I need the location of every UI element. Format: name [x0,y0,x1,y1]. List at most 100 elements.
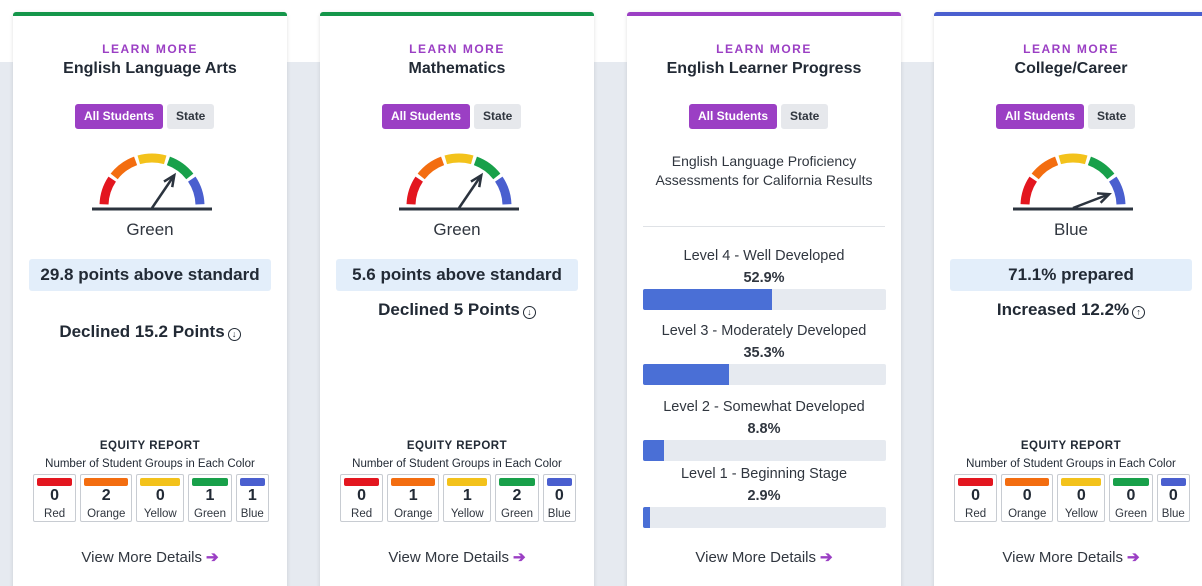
gauge-needle [457,176,482,209]
equity-count: 0 [1022,487,1032,504]
equity-box-red: 0 Red [954,474,998,522]
equity-color-name: Orange [394,508,433,520]
level-percent: 8.8% [747,421,781,437]
state-button[interactable]: State [1088,104,1136,129]
gauge-needle [150,176,175,209]
equity-color-name: Red [44,508,66,520]
info-circle-icon[interactable]: ↑ [1132,306,1146,319]
equity-count: 1 [462,487,472,504]
learn-more-link[interactable]: LEARN MORE [627,42,901,56]
equity-count: 1 [247,487,257,504]
gauge-segment [1058,153,1088,165]
equity-box-yellow: 0 Yellow [1057,474,1106,522]
gauge-segment [444,153,474,165]
equity-report-title: EQUITY REPORT [1020,440,1122,452]
equity-box-green: 2 Green [495,474,539,522]
info-circle-icon[interactable]: ↓ [227,328,241,341]
student-toggle: All Students State [996,104,1136,129]
gauge-segment [187,176,205,205]
equity-box-green: 1 Green [188,474,232,522]
learn-more-link[interactable]: LEARN MORE [934,42,1202,56]
all-students-button[interactable]: All Students [75,104,164,129]
change-label: Increased 12.2% [996,300,1130,319]
card-accent-bar [320,12,594,16]
assessment-description: English Language Proficiency Assessments… [655,153,873,188]
change-label: Declined 15.2 Points [59,322,225,341]
equity-color-strip [37,478,73,486]
equity-color-strip [1061,478,1102,486]
all-students-button[interactable]: All Students [382,104,471,129]
card-math: LEARN MORE Mathematics All Students Stat… [320,12,594,586]
card-accent-bar [627,12,901,16]
card-title: English Language Arts [63,60,237,77]
level-bar [643,364,886,385]
level-bar [643,440,886,461]
level-percent: 35.3% [743,345,785,361]
equity-count: 0 [971,487,981,504]
equity-color-strip [1005,478,1050,486]
level-label: Level 4 - Well Developed [683,248,845,264]
equity-count: 0 [1076,487,1086,504]
gauge-segment [166,156,194,180]
learn-more-link[interactable]: LEARN MORE [320,42,594,56]
equity-count: 2 [512,487,522,504]
gauge-segment [406,176,424,205]
change-text: Declined 5 Points ↓ [320,300,594,320]
equity-color-name: Blue [240,508,264,520]
gauge-segment [110,156,138,180]
change-label: Declined 5 Points [378,300,520,319]
equity-box-orange: 2 Orange [80,474,133,522]
level-bar [643,507,886,528]
card-accent-bar [13,12,287,16]
view-more-details-link[interactable]: View More Details ➔ [320,548,594,566]
state-button[interactable]: State [167,104,215,129]
level-bar-fill [643,289,772,310]
arrow-right-icon: ➔ [820,549,833,566]
card-english-learner-progress: LEARN MORE English Learner Progress All … [627,12,901,586]
equity-count: 0 [1168,487,1178,504]
performance-gauge-icon [92,153,212,211]
level-label: Level 1 - Beginning Stage [680,466,848,482]
level-bar-fill [643,507,651,528]
learn-more-link[interactable]: LEARN MORE [13,42,287,56]
equity-report-subtitle: Number of Student Groups in Each Color [45,458,255,470]
view-more-details-link[interactable]: View More Details ➔ [627,548,901,566]
equity-color-strip [192,478,228,486]
equity-count: 0 [554,487,564,504]
view-more-label: View More Details [1002,549,1124,566]
gauge-segment [417,156,445,180]
view-more-label: View More Details [388,549,510,566]
student-toggle: All Students State [382,104,522,129]
equity-color-strip [958,478,994,486]
card-college-career: LEARN MORE College/Career All Students S… [934,12,1202,586]
equity-count: 1 [408,487,418,504]
equity-color-strip [391,478,436,486]
info-circle-icon[interactable]: ↓ [522,306,536,319]
equity-color-name: Yellow [143,508,177,520]
gauge-segment [1087,156,1115,180]
equity-color-name: Blue [1161,508,1185,520]
state-button[interactable]: State [781,104,829,129]
equity-color-strip [1160,478,1187,486]
all-students-button[interactable]: All Students [689,104,778,129]
performance-color-label: Blue [1053,220,1089,239]
equity-color-name: Green [501,508,533,520]
equity-color-name: Orange [87,508,126,520]
performance-color-label: Green [433,220,481,239]
view-more-details-link[interactable]: View More Details ➔ [13,548,287,566]
equity-box-orange: 0 Orange [1001,474,1054,522]
state-button[interactable]: State [474,104,522,129]
all-students-button[interactable]: All Students [996,104,1085,129]
level-percent: 52.9% [743,270,785,286]
view-more-label: View More Details [695,549,817,566]
card-ela: LEARN MORE English Language Arts All Stu… [13,12,287,586]
divider [643,226,885,227]
performance-color-label: Green [126,220,174,239]
equity-color-strip [447,478,488,486]
equity-color-strip [1113,478,1149,486]
equity-color-name: Red [351,508,373,520]
equity-box-yellow: 0 Yellow [136,474,185,522]
equity-color-name: Blue [547,508,571,520]
view-more-details-link[interactable]: View More Details ➔ [934,548,1202,566]
equity-color-name: Green [194,508,226,520]
